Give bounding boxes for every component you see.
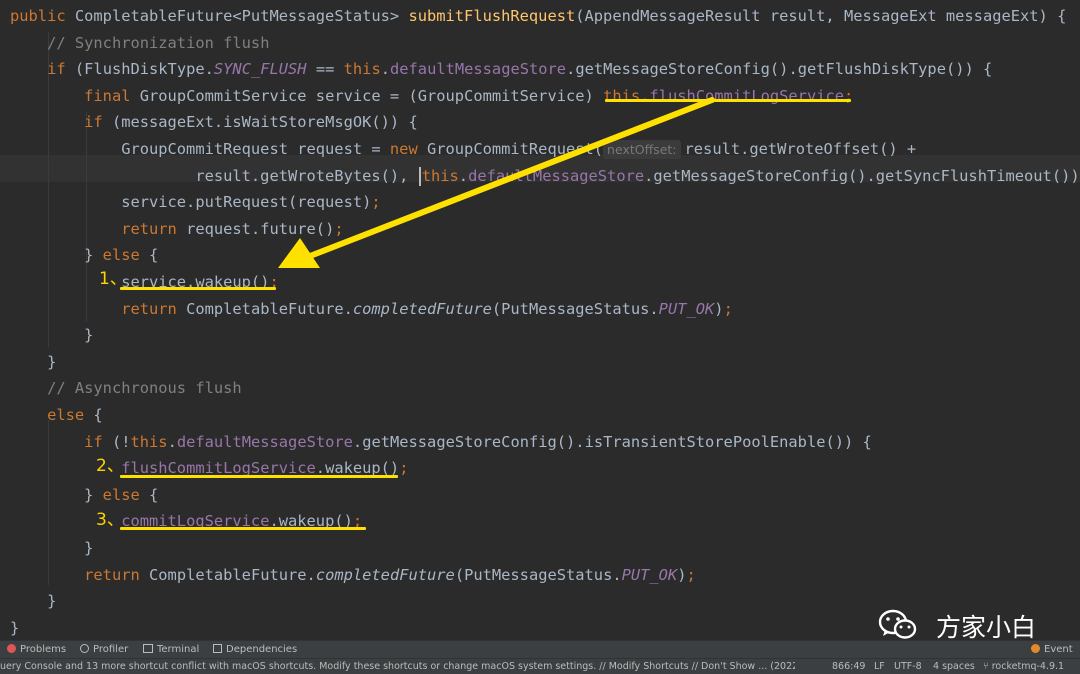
tool-window-bar: Problems Profiler Terminal Dependencies … (0, 640, 1080, 670)
tab-event-log[interactable]: Event Lo (1031, 642, 1080, 670)
tab-terminal[interactable]: Terminal (143, 642, 199, 657)
annotation-number-1: 1、 (99, 269, 127, 289)
dependencies-icon (213, 644, 222, 653)
line-separator[interactable]: LF (874, 659, 885, 674)
git-branch-label: rocketmq-4.9.1 (991, 661, 1065, 672)
underline-commit-log-wakeup (120, 527, 366, 530)
tab-problems-label: Problems (20, 644, 67, 655)
underline-service-wakeup (120, 287, 276, 290)
tab-terminal-label: Terminal (157, 644, 200, 655)
tab-profiler[interactable]: Profiler (80, 642, 128, 657)
cursor-position[interactable]: 866:49 (832, 659, 865, 674)
wechat-icon (878, 609, 917, 639)
git-branch[interactable]: ⑂ rocketmq-4.9.1 (983, 659, 1064, 674)
underline-flush-commit-wakeup (120, 475, 398, 478)
underline-flush-commit-log-service (605, 99, 851, 102)
event-log-icon (1031, 644, 1040, 653)
tab-profiler-label: Profiler (93, 644, 129, 655)
profiler-icon (80, 644, 89, 653)
annotation-arrow (278, 97, 715, 268)
terminal-icon (143, 644, 153, 653)
code-editor[interactable]: public CompletableFuture<PutMessageStatu… (0, 0, 1080, 640)
watermark-text: 方家小白 (936, 613, 1037, 640)
branch-icon: ⑂ (983, 661, 989, 672)
error-icon (7, 644, 16, 653)
indent-setting[interactable]: 4 spaces (933, 659, 975, 674)
tab-dependencies-label: Dependencies (226, 644, 298, 655)
status-bar: uery Console and 13 more shortcut confli… (0, 658, 1080, 674)
tab-dependencies[interactable]: Dependencies (213, 642, 297, 657)
file-encoding[interactable]: UTF-8 (894, 659, 922, 674)
tab-problems[interactable]: Problems (7, 642, 66, 657)
annotation-number-2: 2、 (96, 456, 124, 476)
status-message[interactable]: uery Console and 13 more shortcut confli… (0, 659, 795, 674)
